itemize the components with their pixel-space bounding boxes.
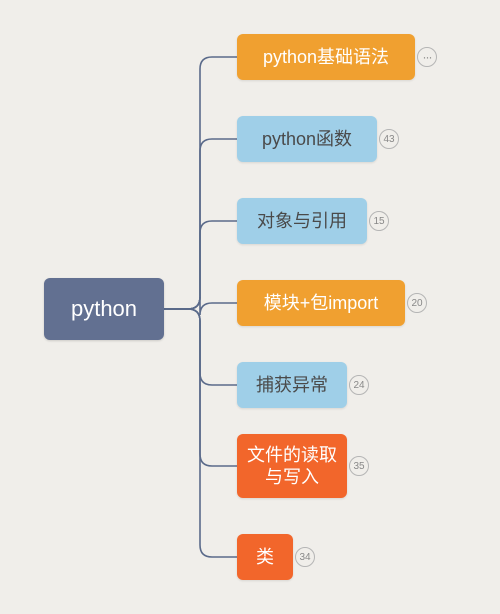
child-node-c3[interactable]: 模块+包import — [237, 280, 405, 326]
child-node-label: 捕获异常 — [256, 374, 328, 397]
child-node-c2[interactable]: 对象与引用 — [237, 198, 367, 244]
child-node-c1[interactable]: python函数 — [237, 116, 377, 162]
child-node-label: 对象与引用 — [257, 210, 347, 233]
child-count-badge[interactable]: 43 — [379, 129, 399, 149]
child-node-label: 文件的读取与写入 — [243, 444, 341, 489]
root-node[interactable]: python — [44, 278, 164, 340]
child-node-label: 模块+包import — [264, 292, 379, 315]
child-node-c6[interactable]: 类 — [237, 534, 293, 580]
child-count-badge[interactable]: 35 — [349, 456, 369, 476]
child-node-c0[interactable]: python基础语法 — [237, 34, 415, 80]
child-node-c4[interactable]: 捕获异常 — [237, 362, 347, 408]
expand-ellipsis-icon[interactable]: ··· — [417, 47, 437, 67]
child-count-badge[interactable]: 20 — [407, 293, 427, 313]
child-count-badge[interactable]: 34 — [295, 547, 315, 567]
child-node-label: 类 — [256, 546, 274, 569]
child-node-label: python函数 — [262, 128, 352, 151]
child-count-badge[interactable]: 24 — [349, 375, 369, 395]
root-node-label: python — [71, 296, 137, 322]
child-count-badge[interactable]: 15 — [369, 211, 389, 231]
child-node-c5[interactable]: 文件的读取与写入 — [237, 434, 347, 498]
child-node-label: python基础语法 — [263, 46, 389, 69]
